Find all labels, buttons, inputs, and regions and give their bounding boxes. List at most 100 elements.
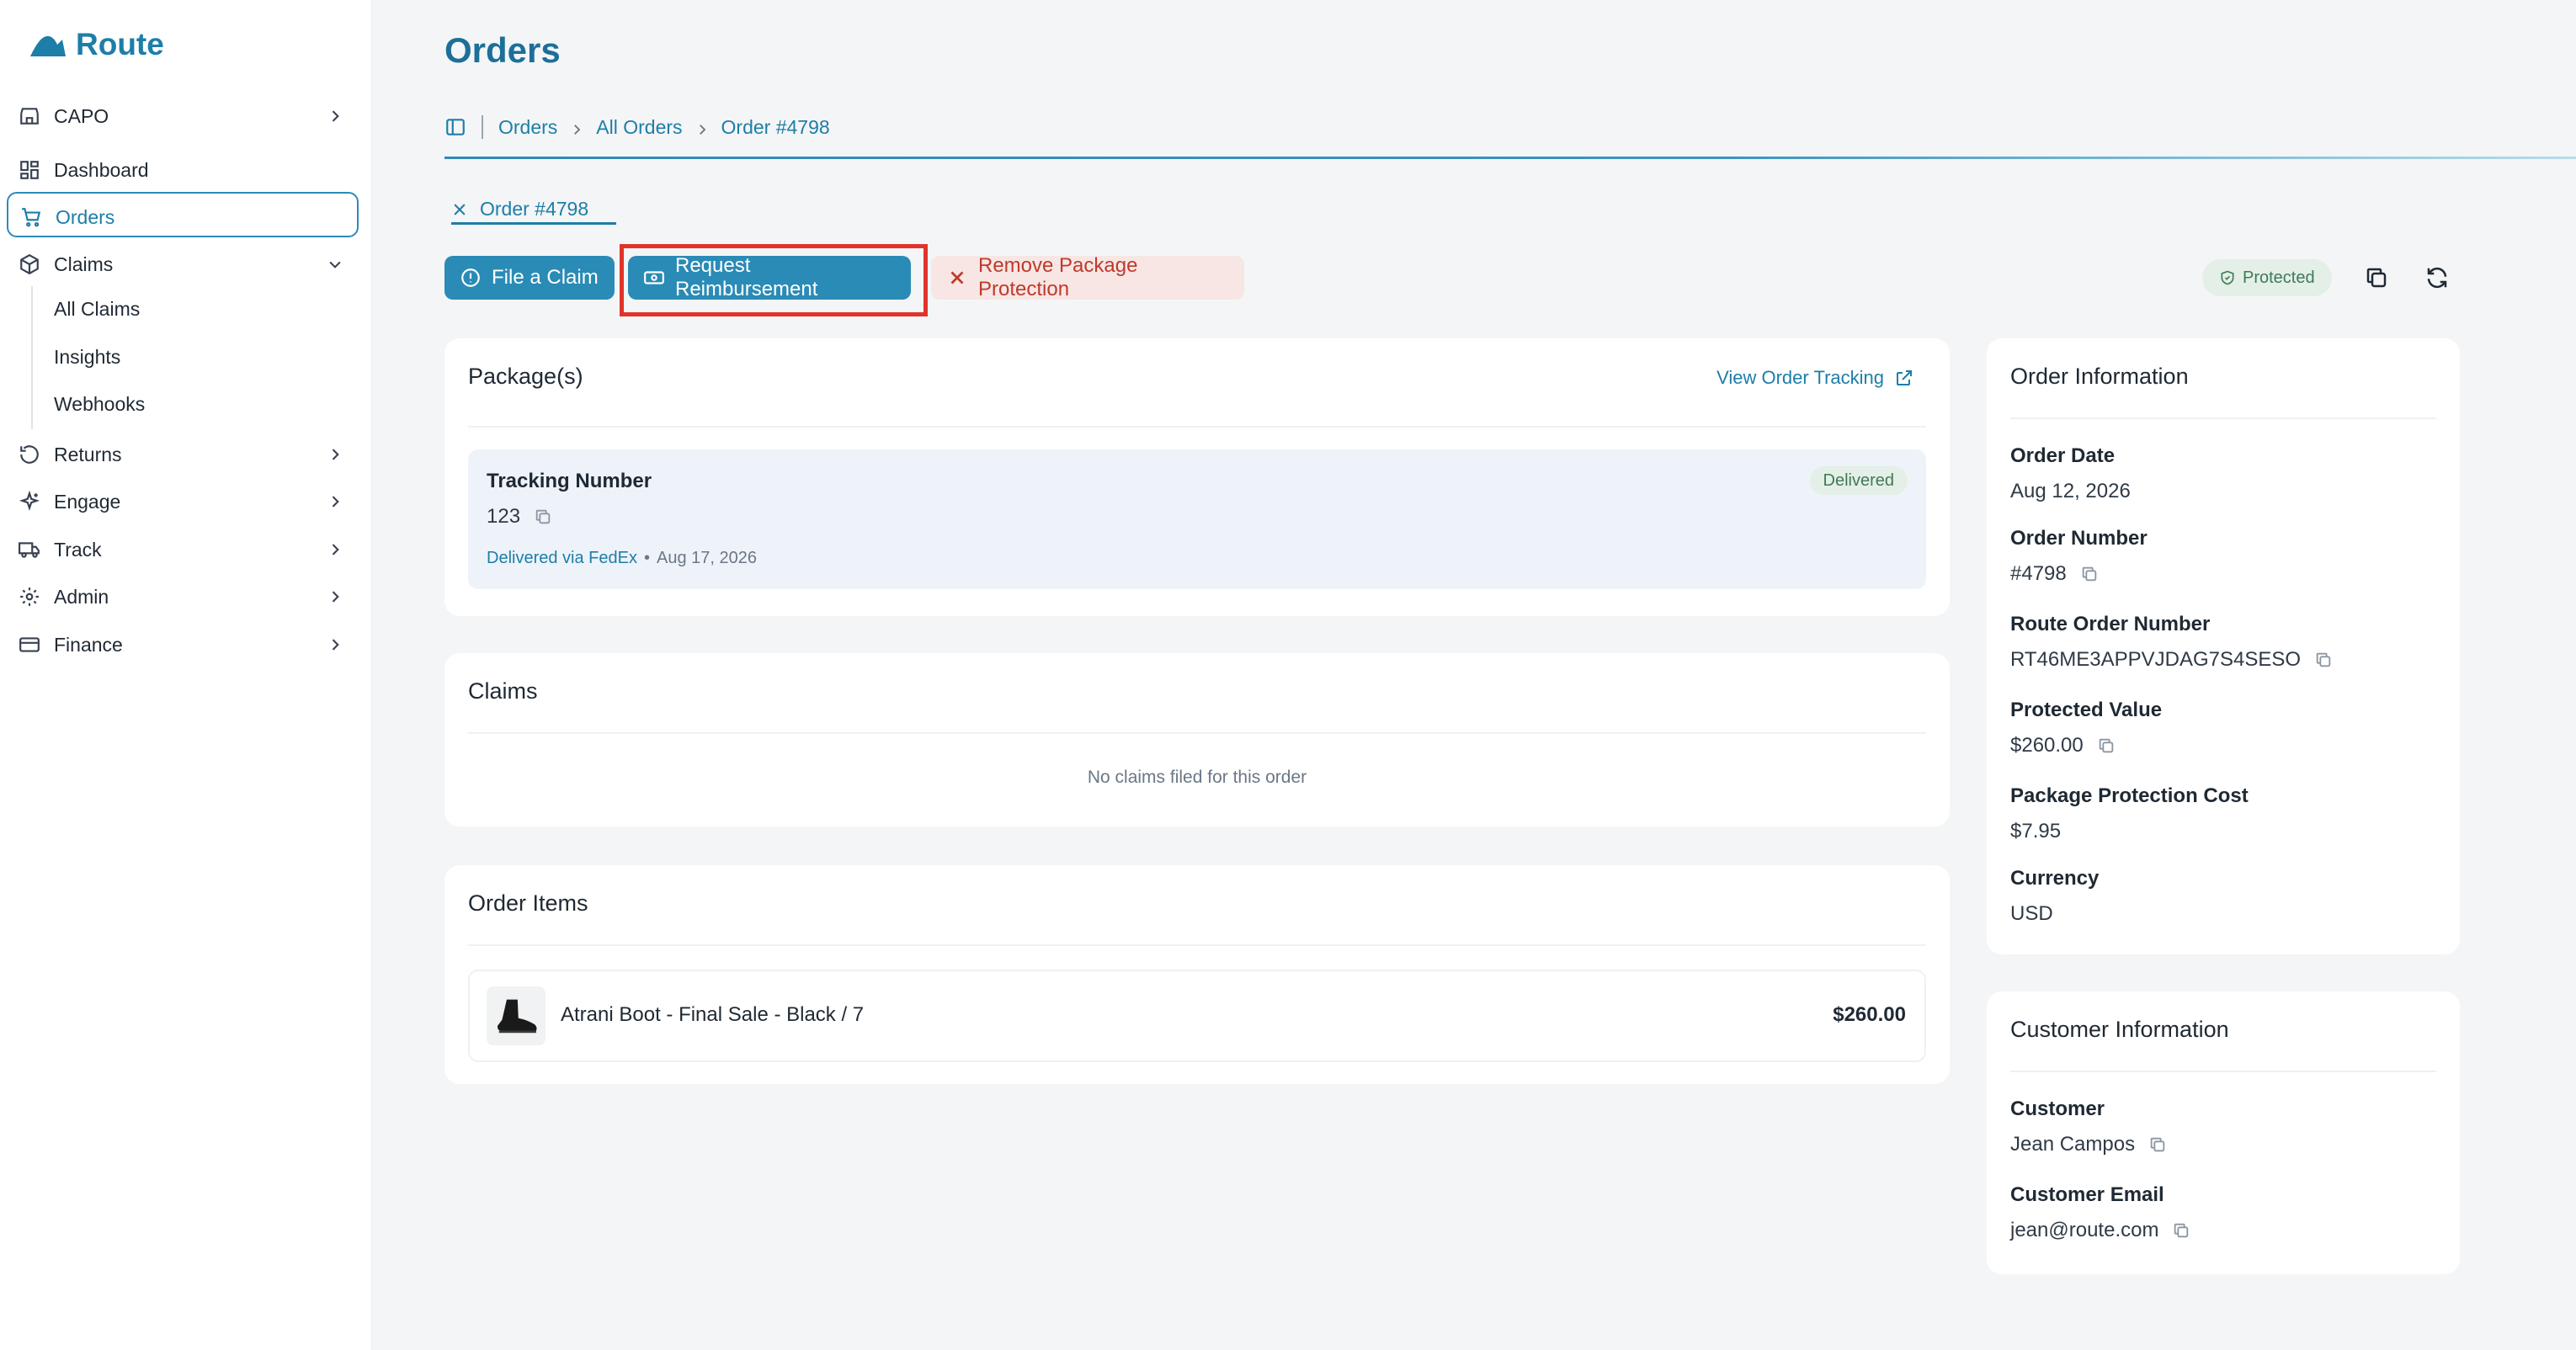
- chevron-down-icon: [327, 255, 343, 272]
- sidebar-item-claims[interactable]: Claims: [7, 241, 359, 286]
- sidebar-item-label: Finance: [54, 634, 123, 656]
- sidebar-item-track[interactable]: Track: [7, 526, 359, 571]
- item-name: Atrani Boot - Final Sale - Black / 7: [561, 1003, 865, 1026]
- sidebar-item-label: Claims: [54, 253, 114, 275]
- sidebar-subitem-webhooks[interactable]: Webhooks: [54, 393, 145, 416]
- chevron-right-icon: [327, 107, 343, 124]
- submenu-line: [31, 286, 33, 429]
- currency-label: Currency: [2010, 867, 2100, 890]
- order-number-text: #4798: [2010, 562, 2067, 585]
- external-link-icon: [1894, 368, 1914, 388]
- copy-icon[interactable]: [2172, 1221, 2190, 1240]
- delivery-status-row: Delivered via FedEx • Aug 17, 2026: [487, 549, 757, 568]
- package-protection-cost-value: $7.95: [2010, 820, 2061, 843]
- package-item: Tracking Number Delivered 123 Delivered …: [468, 449, 1926, 589]
- sidebar-item-label: Dashboard: [54, 159, 149, 181]
- remove-protection-label: Remove Package Protection: [978, 254, 1138, 300]
- close-icon: [946, 267, 968, 289]
- order-date-value: Aug 12, 2026: [2010, 480, 2131, 503]
- delivered-badge: Delivered: [1809, 466, 1908, 495]
- order-items-title: Order Items: [468, 890, 588, 916]
- sidebar-item-dashboard[interactable]: Dashboard: [7, 146, 359, 192]
- order-date-text: Aug 12, 2026: [2010, 480, 2131, 502]
- credit-card-icon: [19, 634, 40, 656]
- sidebar-item-label: Track: [54, 539, 102, 561]
- remove-protection-button[interactable]: Remove Package Protection: [931, 254, 1244, 300]
- breadcrumb-orders[interactable]: Orders: [498, 116, 557, 139]
- sidebar-toggle-icon[interactable]: [444, 116, 466, 138]
- sidebar-item-label: Orders: [56, 206, 115, 228]
- route-order-number-value: RT46ME3APPVJDAG7S4SESO: [2010, 648, 2333, 672]
- shield-check-icon: [2221, 270, 2234, 285]
- status-badge-label: Protected: [2243, 268, 2315, 287]
- highlight-box: [620, 244, 928, 316]
- copy-icon[interactable]: [2148, 1135, 2167, 1154]
- divider: [468, 426, 1926, 428]
- store-icon: [19, 105, 40, 127]
- claims-empty-text: No claims filed for this order: [1087, 768, 1307, 787]
- customer-value: Jean Campos: [2010, 1133, 2167, 1156]
- chevron-right-icon: [327, 635, 343, 652]
- store-label: CAPO: [54, 105, 109, 127]
- divider: [2010, 417, 2436, 419]
- refresh-button[interactable]: [2416, 257, 2458, 299]
- breadcrumb-divider: [482, 115, 483, 139]
- copy-icon[interactable]: [2314, 651, 2333, 669]
- status-badge: Protected: [2202, 259, 2332, 296]
- sidebar-item-admin[interactable]: Admin: [7, 573, 359, 619]
- sparkle-icon: [19, 490, 40, 513]
- route-logo[interactable]: Route: [29, 24, 164, 66]
- view-order-tracking-link[interactable]: View Order Tracking: [1716, 367, 1914, 389]
- boot-icon: [497, 999, 537, 1034]
- order-number-value: #4798: [2010, 562, 2099, 586]
- claims-card: Claims No claims filed for this order: [444, 653, 1950, 826]
- copy-icon[interactable]: [534, 508, 552, 526]
- tracking-number-value: 123: [487, 505, 521, 528]
- close-icon[interactable]: [451, 200, 468, 217]
- order-number-label: Order Number: [2010, 527, 2148, 550]
- sidebar-item-label: Admin: [54, 586, 109, 608]
- customer-information-title: Customer Information: [2010, 1017, 2229, 1042]
- tab-underline: [451, 222, 616, 225]
- divider: [468, 732, 1926, 734]
- tab-label: Order #4798: [480, 197, 589, 220]
- order-items-card: Order Items Atrani Boot - Final Sale - B…: [444, 865, 1950, 1084]
- copy-icon[interactable]: [2097, 736, 2116, 755]
- store-selector[interactable]: CAPO: [7, 93, 359, 138]
- sidebar-item-orders[interactable]: Orders: [7, 192, 359, 237]
- breadcrumb-all-orders[interactable]: All Orders: [596, 116, 682, 139]
- chevron-right-icon: [327, 540, 343, 557]
- copy-icon: [2366, 268, 2387, 288]
- breadcrumb-rule: [444, 157, 2576, 159]
- box-icon: [19, 253, 40, 275]
- sidebar-item-returns[interactable]: Returns: [7, 431, 359, 476]
- packages-card: Package(s) View Order Tracking Tracking …: [444, 338, 1950, 616]
- sidebar-item-finance[interactable]: Finance: [7, 621, 359, 667]
- tracking-number-row: 123: [487, 505, 552, 529]
- sidebar-subitem-all-claims[interactable]: All Claims: [54, 298, 140, 321]
- tab-order[interactable]: Order #4798: [451, 194, 588, 224]
- copy-icon[interactable]: [2080, 565, 2099, 583]
- delivered-date: Aug 17, 2026: [656, 549, 757, 567]
- chevron-right-icon: [327, 492, 343, 509]
- separator-dot: •: [643, 549, 650, 567]
- file-claim-button[interactable]: File a Claim: [444, 256, 615, 300]
- sidebar-item-label: Engage: [54, 491, 121, 513]
- sidebar-item-label: Returns: [54, 444, 122, 465]
- page-title: Orders: [444, 30, 561, 70]
- order-date-label: Order Date: [2010, 444, 2116, 467]
- route-order-number-label: Route Order Number: [2010, 613, 2211, 635]
- cart-icon: [20, 206, 42, 228]
- list-item[interactable]: Atrani Boot - Final Sale - Black / 7 $26…: [468, 970, 1926, 1062]
- claims-title: Claims: [468, 678, 538, 704]
- sidebar-subitem-insights[interactable]: Insights: [54, 346, 120, 369]
- customer-name-text: Jean Campos: [2010, 1133, 2136, 1156]
- truck-icon: [19, 539, 40, 561]
- customer-email-label: Customer Email: [2010, 1183, 2164, 1206]
- product-thumbnail: [487, 986, 546, 1045]
- copy-button[interactable]: [2355, 257, 2398, 299]
- protected-value-text: $260.00: [2010, 734, 2084, 757]
- divider: [468, 944, 1926, 946]
- returns-icon: [19, 444, 40, 465]
- sidebar-item-engage[interactable]: Engage: [7, 478, 359, 524]
